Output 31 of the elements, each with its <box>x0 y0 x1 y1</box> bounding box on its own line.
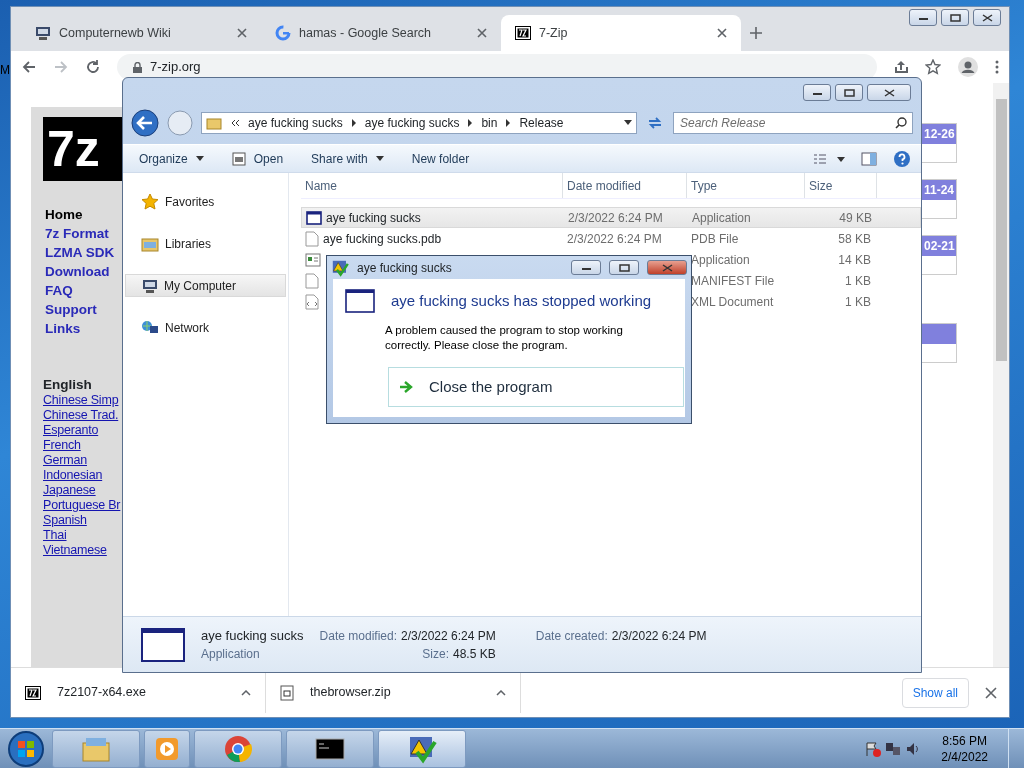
field-label: Date modified: <box>319 627 397 645</box>
date-label: 11-24 <box>922 180 956 200</box>
file-type: PDB File <box>690 230 740 248</box>
file-date: 2/3/2022 6:24 PM <box>566 230 663 248</box>
file-size: 58 KB <box>837 230 872 248</box>
field-value: 2/3/2022 6:24 PM <box>401 627 496 645</box>
site-logo: 7z <box>43 117 123 181</box>
dialog-message: A problem caused the program to stop working correctly. Please close the program. <box>385 323 624 353</box>
dialog-heading: aye fucking sucks has stopped working <box>391 290 652 311</box>
file-name: aye fucking sucks.pdb <box>323 230 442 248</box>
file-type: XML Document <box>690 293 775 311</box>
file-name: aye fucking sucks <box>326 209 421 227</box>
file-size: 49 KB <box>838 209 873 227</box>
url-text: 7-zip.org <box>150 58 201 77</box>
file-type: Application <box>201 646 260 664</box>
file-size: 1 KB <box>844 293 872 311</box>
file-size: 14 KB <box>837 251 872 269</box>
field-label: Size: <box>422 645 449 663</box>
file-name: aye fucking sucks <box>201 626 304 645</box>
date-label: 02-21 <box>922 236 956 256</box>
language-heading: English <box>43 376 92 393</box>
field-label: Date created: <box>535 627 608 645</box>
file-type: MANIFEST File <box>690 272 776 290</box>
field-value: 48.5 KB <box>453 645 496 663</box>
file-date: 2/3/2022 6:24 PM <box>567 209 664 227</box>
file-size: 1 KB <box>844 272 872 290</box>
file-type: Application <box>690 251 751 269</box>
dialog-title: aye fucking sucks <box>357 259 453 277</box>
field-value: 2/3/2022 6:24 PM <box>611 627 707 645</box>
file-type: Application <box>691 209 752 227</box>
date-label: 12-26 <box>922 124 956 144</box>
